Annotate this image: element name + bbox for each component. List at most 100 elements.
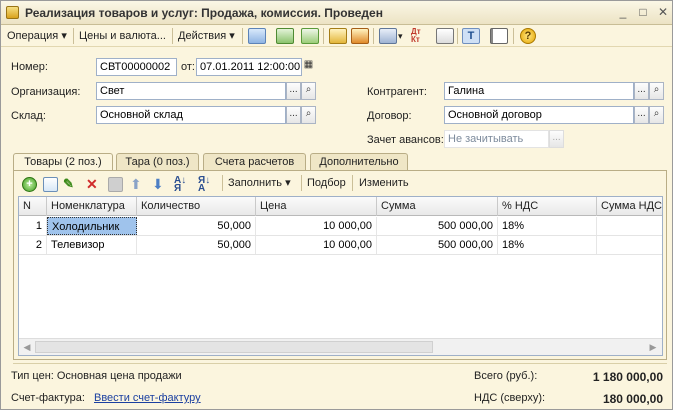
fill-menu[interactable]: Заполнить ▾ — [228, 174, 291, 192]
toolbar-separator — [513, 28, 514, 44]
copy-row-icon[interactable] — [43, 177, 58, 192]
column-header-item[interactable]: Номенклатура — [47, 197, 137, 216]
cell-price[interactable]: 10 000,00 — [256, 217, 377, 235]
cell-vat-amount[interactable] — [597, 236, 662, 254]
list-view-icon[interactable] — [490, 28, 508, 44]
advance-offset-select-button[interactable]: ... — [549, 130, 564, 148]
warehouse-label: Склад: — [11, 110, 46, 122]
copy-icon[interactable] — [301, 28, 319, 44]
counterparty-search-icon[interactable]: ⌕ — [649, 82, 664, 100]
counterparty-label: Контрагент: — [367, 86, 427, 98]
organization-search-icon[interactable]: ⌕ — [301, 82, 316, 100]
dropdown-arrow-icon[interactable]: ▾ — [398, 27, 403, 45]
toolbar-separator — [352, 175, 353, 191]
contract-select-button[interactable]: ... — [634, 106, 649, 124]
calendar-icon[interactable]: ▦ — [301, 58, 316, 76]
selection-button[interactable]: Подбор — [307, 174, 346, 192]
contract-field[interactable]: Основной договор — [444, 106, 634, 124]
warehouse-search-icon[interactable]: ⌕ — [301, 106, 316, 124]
document-print-icon[interactable] — [436, 28, 454, 44]
organization-label: Организация: — [11, 86, 81, 98]
column-header-number[interactable]: N — [19, 197, 47, 216]
goods-table: N Номенклатура Количество Цена Сумма % Н… — [18, 196, 663, 356]
vat-label: НДС (сверху): — [474, 392, 546, 404]
refresh-icon[interactable] — [276, 28, 294, 44]
cell-quantity[interactable]: 50,000 — [137, 236, 256, 254]
scroll-right-icon[interactable]: ▶ — [647, 341, 659, 353]
contract-search-icon[interactable]: ⌕ — [649, 106, 664, 124]
cell-item[interactable]: Холодильник — [47, 217, 137, 235]
horizontal-scrollbar[interactable]: ◀ ▶ — [19, 338, 662, 355]
counterparty-select-button[interactable]: ... — [634, 82, 649, 100]
cell-quantity[interactable]: 50,000 — [137, 217, 256, 235]
move-down-icon[interactable]: ⬇ — [152, 177, 170, 193]
end-edit-icon[interactable] — [108, 177, 123, 192]
cell-vat-rate[interactable]: 18% — [498, 217, 597, 235]
minimize-button[interactable]: _ — [615, 5, 631, 20]
scrollbar-thumb[interactable] — [35, 341, 433, 353]
total-value: 1 180 000,00 — [592, 370, 663, 384]
based-on-icon[interactable] — [379, 28, 397, 44]
scroll-left-icon[interactable]: ◀ — [21, 341, 33, 353]
table-row[interactable]: 1 Холодильник 50,000 10 000,00 500 000,0… — [19, 217, 662, 236]
total-label: Всего (руб.): — [474, 370, 538, 382]
toolbar-separator — [373, 28, 374, 44]
invoice-label: Счет-фактура: — [11, 392, 85, 404]
sort-ascending-icon[interactable]: А↓ Я — [174, 176, 192, 194]
edit-row-icon[interactable]: ✎ — [63, 177, 81, 193]
organization-select-button[interactable]: ... — [286, 82, 301, 100]
organization-field[interactable]: Свет — [96, 82, 286, 100]
number-label: Номер: — [11, 61, 48, 73]
unpost-icon[interactable] — [351, 28, 369, 44]
counterparty-field[interactable]: Галина — [444, 82, 634, 100]
tab-settlement-accounts[interactable]: Счета расчетов — [203, 153, 306, 171]
tab-additional[interactable]: Дополнительно — [310, 153, 408, 171]
create-invoice-link[interactable]: Ввести счет-фактуру — [94, 392, 201, 404]
prices-currency-button[interactable]: Цены и валюта... — [79, 27, 166, 45]
cell-price[interactable]: 10 000,00 — [256, 236, 377, 254]
maximize-button[interactable]: □ — [635, 5, 651, 20]
debit-credit-icon[interactable]: Дт Кт — [411, 28, 429, 44]
cell-vat-rate[interactable]: 18% — [498, 236, 597, 254]
change-button[interactable]: Изменить — [359, 174, 409, 192]
structure-icon[interactable]: T — [462, 28, 480, 44]
actions-menu[interactable]: Действия ▾ — [178, 27, 235, 45]
main-toolbar: Операция ▾ Цены и валюта... Действия ▾ ▾… — [1, 25, 672, 47]
column-header-vat-amount[interactable]: Сумма НДС — [597, 197, 662, 216]
toolbar-separator — [301, 175, 302, 191]
post-and-close-icon[interactable] — [248, 28, 266, 44]
date-label: от: — [181, 61, 195, 73]
post-icon[interactable] — [329, 28, 347, 44]
number-field[interactable]: СВТ00000002 — [96, 58, 177, 76]
toolbar-separator — [222, 175, 223, 191]
cell-number: 1 — [19, 217, 47, 235]
tab-packaging[interactable]: Тара (0 поз.) — [116, 153, 199, 171]
document-icon — [6, 6, 19, 19]
cell-item[interactable]: Телевизор — [47, 236, 137, 254]
advance-offset-label: Зачет авансов: — [367, 134, 444, 146]
operation-menu[interactable]: Операция ▾ — [7, 27, 67, 45]
close-button[interactable]: ✕ — [655, 5, 671, 20]
advance-offset-field[interactable]: Не зачитывать — [444, 130, 549, 148]
cell-amount[interactable]: 500 000,00 — [377, 236, 498, 254]
column-header-vat-rate[interactable]: % НДС — [498, 197, 597, 216]
column-header-quantity[interactable]: Количество — [137, 197, 256, 216]
move-up-icon[interactable]: ⬆ — [130, 177, 148, 193]
warehouse-select-button[interactable]: ... — [286, 106, 301, 124]
footer-divider — [13, 363, 667, 364]
column-header-price[interactable]: Цена — [256, 197, 377, 216]
sort-descending-icon[interactable]: Я↓ А — [198, 176, 216, 194]
cell-vat-amount[interactable] — [597, 217, 662, 235]
price-type-label: Тип цен: Основная цена продажи — [11, 370, 182, 382]
fill-menu-label: Заполнить — [228, 177, 283, 189]
table-row[interactable]: 2 Телевизор 50,000 10 000,00 500 000,00 … — [19, 236, 662, 255]
date-field[interactable]: 07.01.2011 12:00:00 — [196, 58, 302, 76]
cell-amount[interactable]: 500 000,00 — [377, 217, 498, 235]
toolbar-separator — [457, 28, 458, 44]
delete-row-icon[interactable]: ✕ — [86, 177, 104, 193]
help-icon[interactable]: ? — [520, 28, 536, 44]
column-header-amount[interactable]: Сумма — [377, 197, 498, 216]
actions-menu-label: Действия — [178, 30, 227, 42]
warehouse-field[interactable]: Основной склад — [96, 106, 286, 124]
add-row-icon[interactable]: + — [22, 177, 37, 192]
